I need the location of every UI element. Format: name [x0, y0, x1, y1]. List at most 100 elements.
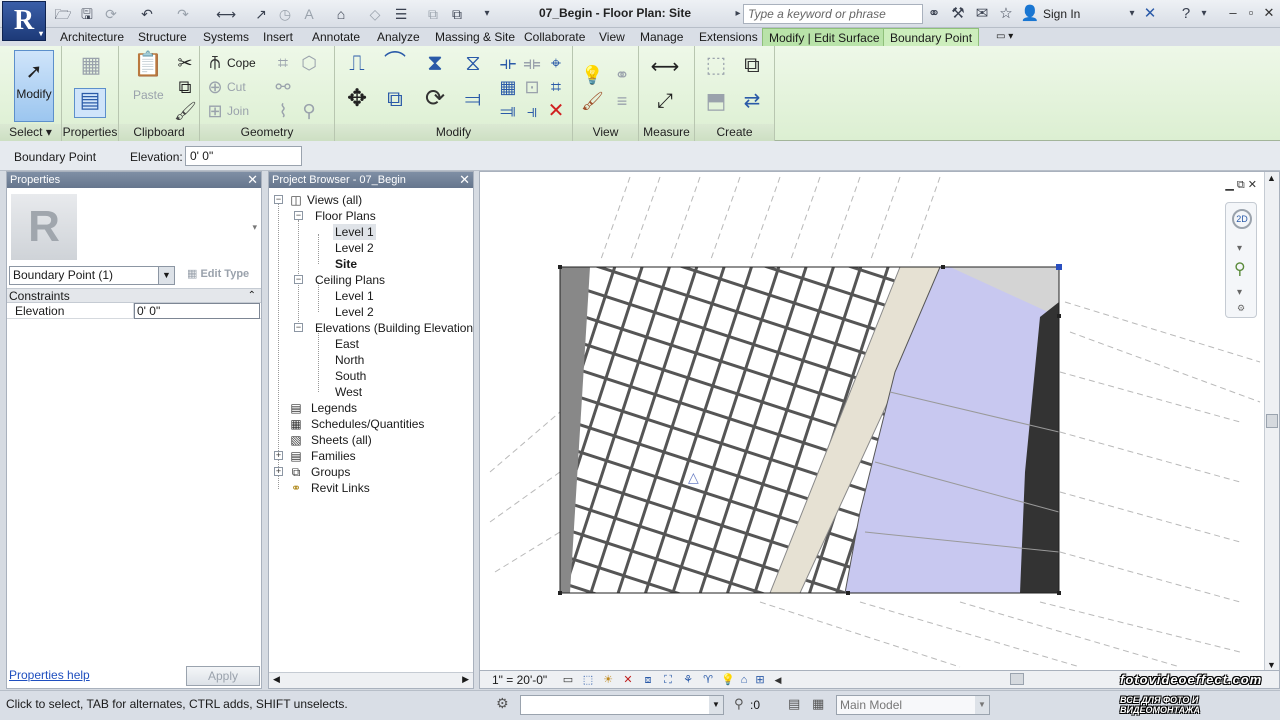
tree-item-floor-plan-level-1[interactable]: Level 1: [333, 224, 376, 240]
detail-level-icon[interactable]: ▭: [560, 672, 576, 688]
expand-toggle-icon[interactable]: +: [274, 451, 283, 460]
hide-in-view-icon[interactable]: 💡: [581, 64, 603, 86]
pin-icon[interactable]: ⌖: [545, 52, 567, 74]
tab-architecture[interactable]: Architecture: [54, 28, 130, 46]
editable-only-icon[interactable]: ▤: [788, 696, 800, 712]
search-input[interactable]: Type a keyword or phrase: [743, 4, 923, 24]
design-option-combo[interactable]: Main Model ▼: [836, 695, 990, 715]
customize-icon[interactable]: ⚙: [1237, 303, 1245, 314]
close-icon[interactable]: ✕: [247, 172, 258, 188]
copy-element-icon[interactable]: ⧉: [381, 88, 409, 116]
move-icon[interactable]: ✥: [343, 87, 371, 116]
constraints-group[interactable]: Constraints ⌃: [7, 288, 261, 303]
offset-icon[interactable]: ⌒: [381, 52, 409, 80]
tab-view[interactable]: View: [593, 28, 631, 46]
section-icon[interactable]: ◇: [366, 5, 384, 23]
tag-icon[interactable]: ◷: [276, 5, 294, 23]
boundary-point-handle[interactable]: [1056, 264, 1062, 270]
close-icon[interactable]: ✕: [1248, 179, 1257, 191]
tree-item-floor-plan-site[interactable]: Site: [335, 256, 357, 272]
measure-between-icon[interactable]: ⟷: [647, 56, 683, 78]
type-properties-icon[interactable]: ▦: [78, 54, 104, 80]
favorites-icon[interactable]: ☆: [996, 4, 1016, 24]
cut-geometry-icon[interactable]: ⊕: [204, 76, 226, 98]
linework-icon[interactable]: 🖌: [581, 90, 604, 112]
exchange-apps-icon[interactable]: ✕: [1140, 4, 1160, 24]
sun-path-icon[interactable]: ☀: [600, 672, 616, 688]
create-group-icon[interactable]: ⧉: [739, 54, 765, 80]
text-icon[interactable]: A: [300, 5, 318, 23]
tree-item-east[interactable]: East: [335, 336, 359, 352]
chevron-down-icon[interactable]: ▼: [709, 696, 723, 714]
minimize-icon[interactable]: ▁: [1225, 179, 1233, 191]
rotate-icon[interactable]: ⟳: [421, 87, 449, 116]
expand-toggle-icon[interactable]: +: [274, 467, 283, 476]
tab-systems[interactable]: Systems: [197, 28, 255, 46]
array-icon[interactable]: ▦: [497, 76, 519, 98]
show-crop-icon[interactable]: ⛶: [660, 672, 676, 688]
tab-boundary-point[interactable]: Boundary Point: [883, 28, 980, 46]
help-dropdown-icon[interactable]: ▾: [1194, 4, 1214, 24]
wall-joins-icon[interactable]: ⌗: [272, 52, 294, 74]
analysis-icon[interactable]: ⊞: [752, 672, 768, 688]
site-plan-canvas[interactable]: △: [480, 172, 1280, 671]
visual-style-icon[interactable]: ⬚: [580, 672, 596, 688]
communication-icon[interactable]: ✉: [972, 4, 992, 24]
chevron-down-icon[interactable]: ▾: [1237, 243, 1242, 254]
reveal-hidden-icon[interactable]: ♈: [700, 672, 716, 688]
create-parts-icon[interactable]: ⬚: [703, 54, 729, 80]
tab-massing-site[interactable]: Massing & Site: [429, 28, 521, 46]
modify-button[interactable]: ➚ Modify: [14, 50, 54, 122]
dimension-icon[interactable]: ↗: [252, 5, 270, 23]
temporary-hide-icon[interactable]: ⚘: [680, 672, 696, 688]
scroll-down-icon[interactable]: ▼: [1267, 660, 1276, 670]
tree-item-south[interactable]: South: [335, 368, 366, 384]
create-assembly-icon[interactable]: ⬒: [703, 90, 729, 116]
close-hidden-icon[interactable]: ⧉: [424, 5, 442, 23]
paste-icon[interactable]: 📋: [133, 53, 163, 84]
paint-icon[interactable]: ⌇: [272, 100, 294, 122]
tab-manage[interactable]: Manage: [634, 28, 689, 46]
collapse-toggle-icon[interactable]: −: [294, 211, 303, 220]
switch-windows-icon[interactable]: ⧉: [448, 5, 466, 23]
collapse-toggle-icon[interactable]: −: [294, 323, 303, 332]
drawing-area[interactable]: △ ▁ ⧉ ✕ 2D ▾ ⚲ ▾ ⚙ ▲ ▼: [479, 171, 1280, 671]
collapse-toggle-icon[interactable]: −: [294, 275, 303, 284]
scroll-thumb[interactable]: [1266, 414, 1278, 428]
properties-help-link[interactable]: Properties help: [9, 668, 90, 682]
lock-view-icon[interactable]: ⌂: [736, 672, 752, 688]
shadows-icon[interactable]: ✕: [620, 672, 636, 688]
mirror-pick-axis-icon[interactable]: ⧗: [421, 52, 449, 80]
open-icon[interactable]: 🗁: [54, 5, 72, 23]
zoom-icon[interactable]: ⚲: [1234, 259, 1246, 279]
apply-button[interactable]: Apply: [186, 666, 260, 686]
restore-icon[interactable]: ⧉: [1237, 179, 1245, 191]
vertical-scrollbar[interactable]: ▲ ▼: [1264, 172, 1279, 670]
join-label[interactable]: Join: [227, 104, 249, 118]
trim-multiple-icon[interactable]: ⫥: [497, 100, 519, 122]
scroll-left-icon[interactable]: ◀: [770, 672, 786, 688]
override-graphics-icon[interactable]: ⚭: [611, 64, 633, 86]
tab-annotate[interactable]: Annotate: [306, 28, 366, 46]
remove-paint-icon[interactable]: ⚲: [298, 100, 320, 122]
split-element-icon[interactable]: ⟛: [497, 52, 519, 74]
tab-structure[interactable]: Structure: [132, 28, 193, 46]
aligned-dimension-icon[interactable]: ⤢: [647, 90, 683, 112]
tree-item-north[interactable]: North: [335, 352, 364, 368]
chevron-down-icon[interactable]: ▾: [252, 222, 257, 233]
crop-view-icon[interactable]: ⧈: [640, 672, 656, 688]
view-scale[interactable]: 1" = 20'-0": [492, 673, 547, 687]
filter-icon[interactable]: ⚲: [734, 696, 744, 712]
binoculars-icon[interactable]: ⚭: [924, 4, 944, 24]
tree-item-floor-plan-level-2[interactable]: Level 2: [335, 240, 374, 256]
measure-icon[interactable]: ⟷: [216, 5, 236, 23]
steering-wheel-icon[interactable]: 2D: [1232, 209, 1252, 229]
scroll-right-icon[interactable]: ▶: [462, 674, 469, 685]
scroll-left-icon[interactable]: ◀: [273, 674, 280, 685]
cut-geometry-label[interactable]: Cut: [227, 80, 246, 94]
cut-icon[interactable]: ✂: [174, 52, 196, 74]
collapse-toggle-icon[interactable]: −: [274, 195, 283, 204]
align-icon[interactable]: ⎍: [343, 52, 371, 80]
cope-icon[interactable]: ⫚: [204, 51, 226, 73]
trim-single-icon[interactable]: ⫣: [521, 100, 543, 122]
